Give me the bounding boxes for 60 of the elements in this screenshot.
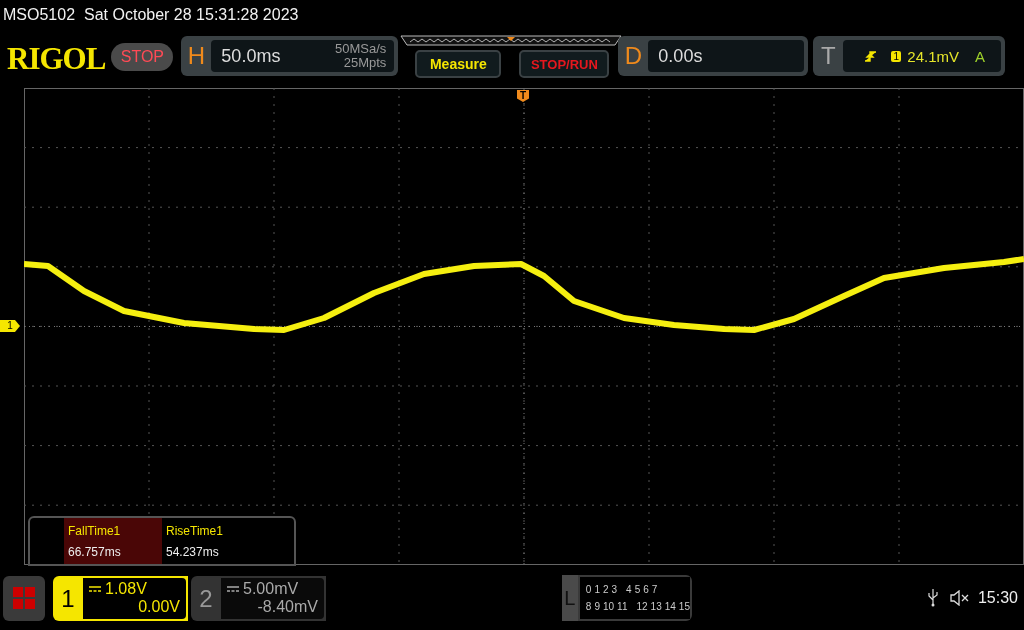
dc-coupling-icon: [89, 586, 101, 592]
measurement-item[interactable]: RiseTime1 54.237ms: [162, 518, 260, 564]
menu-button[interactable]: [3, 575, 45, 621]
timebase-value: 50.0ms: [211, 40, 307, 72]
channel-number: 1: [60, 583, 76, 614]
logic-channel-number: 15: [678, 601, 690, 612]
logic-channel-number: 4: [626, 584, 632, 595]
date-time: Sat October 28 15:31:28 2023: [84, 6, 299, 24]
channel-number: 2: [198, 583, 214, 614]
measurement-name: FallTime1: [68, 523, 122, 538]
logic-channel-number: 10: [602, 601, 615, 612]
trigger-label: T: [820, 42, 837, 70]
logic-channel-number: 0: [585, 584, 592, 595]
measurement-value: 54.237ms: [166, 544, 220, 559]
logic-channel-number: 6: [643, 584, 649, 595]
channel-panel[interactable]: 2 5.00mV -8.40mV: [191, 575, 326, 621]
logic-channel-number: 14: [664, 601, 676, 612]
muted-speaker-icon: [949, 590, 970, 606]
logic-channel-number: 11: [617, 601, 628, 612]
clock-time: 15:30: [977, 589, 1018, 607]
channel-scale: 5.00mV: [243, 580, 299, 598]
delay-value: 0.00s: [648, 40, 805, 72]
model-name: MSO5102: [3, 6, 76, 24]
logic-channel-number: 9: [594, 601, 600, 612]
horizontal-label: H: [186, 42, 207, 70]
logic-panel[interactable]: L 0 1 2 3 4 5 6 7 8 9 10 11 12 13 14 15: [562, 575, 692, 621]
logic-channel-number: 3: [611, 584, 618, 595]
usb-icon: [927, 589, 938, 607]
measurement-item[interactable]: FallTime1 66.757ms: [64, 518, 162, 564]
measurement-value: 66.757ms: [68, 544, 122, 559]
logic-label: L: [562, 575, 578, 621]
dc-coupling-icon: [227, 586, 239, 592]
source-badge: 1: [891, 50, 902, 62]
logic-channel-number: 2: [602, 584, 609, 595]
channel-offset: -8.40mV: [257, 598, 318, 616]
sample-rate: 50MSa/s: [335, 42, 387, 56]
logic-channel-number: 5: [634, 584, 641, 595]
memory-depth: 25Mpts: [343, 56, 387, 70]
logic-channel-number: 1: [594, 584, 600, 595]
delay-panel[interactable]: D 0.00s: [618, 36, 809, 76]
logic-channel-number: 12: [636, 601, 648, 612]
delay-label: D: [623, 42, 644, 70]
channel-panel[interactable]: 1 1.08V 0.00V: [53, 575, 188, 621]
grid-squares-icon: [13, 587, 35, 609]
channel-offset: 0.00V: [138, 598, 180, 616]
measure-button[interactable]: Measure: [415, 50, 502, 78]
brand-logo: RIGOL: [7, 41, 106, 77]
logic-channel-number: 7: [651, 584, 658, 595]
stop-run-button[interactable]: STOP/RUN: [519, 50, 610, 78]
measurement-name: RiseTime1: [166, 523, 224, 538]
horizontal-panel[interactable]: H 50.0ms 50MSa/s 25Mpts: [181, 36, 399, 76]
channel-ground-marker: 1: [0, 320, 20, 332]
trigger-position-marker: T: [517, 90, 529, 102]
trigger-mode: A: [975, 47, 986, 65]
trigger-panel[interactable]: T 1 24.1mV A: [813, 36, 1006, 76]
trigger-level: 24.1mV: [907, 47, 960, 65]
logic-channel-number: 8: [585, 601, 592, 612]
memory-waveform-icon: [400, 35, 623, 46]
channel-scale: 1.08V: [105, 580, 147, 598]
logic-channel-number: 13: [650, 601, 662, 612]
